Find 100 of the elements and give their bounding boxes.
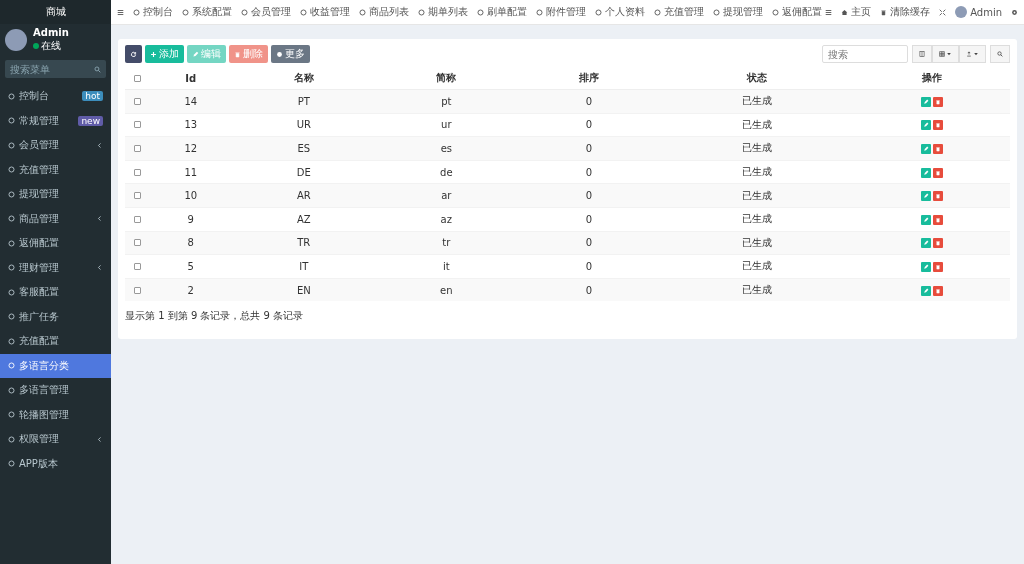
table-cell: TR — [297, 237, 311, 249]
circle-icon — [654, 8, 661, 16]
sidebar-item[interactable]: 会员管理 — [0, 133, 111, 158]
edit-row-button[interactable] — [921, 238, 932, 249]
circle-icon — [536, 8, 543, 16]
export-button[interactable] — [959, 45, 986, 63]
sidebar-item[interactable]: 权限管理 — [0, 427, 111, 452]
nav-tab[interactable]: 系统配置 — [182, 5, 232, 19]
nav-tab[interactable]: 提现管理 — [713, 5, 763, 19]
sidebar-item[interactable]: 商品管理 — [0, 206, 111, 231]
circle-icon — [182, 8, 189, 16]
sidebar-item[interactable]: APP版本 — [0, 451, 111, 476]
nav-tab[interactable]: 控制台 — [133, 5, 173, 19]
nav-tab[interactable]: 刷单配置 — [477, 5, 527, 19]
column-header: Id — [149, 67, 233, 90]
user-avatar — [5, 29, 27, 51]
row-checkbox[interactable] — [133, 192, 141, 200]
pencil-icon — [923, 263, 930, 270]
column-header: 简称 — [375, 67, 518, 90]
toggle-view-button[interactable] — [912, 45, 932, 63]
delete-row-button[interactable] — [933, 167, 944, 178]
delete-row-button[interactable] — [933, 214, 944, 225]
edit-row-button[interactable] — [921, 96, 932, 107]
nav-tab[interactable]: 返佣配置 — [772, 5, 822, 19]
edit-row-button[interactable] — [921, 214, 932, 225]
row-checkbox[interactable] — [133, 145, 141, 152]
circle-icon — [8, 411, 15, 419]
nav-tab[interactable]: 会员管理 — [241, 5, 291, 19]
table-cell: it — [442, 260, 450, 272]
refresh-button[interactable] — [125, 45, 142, 63]
sidebar-item[interactable]: 充值管理 — [0, 157, 111, 182]
menu-search-field[interactable]: 搜索菜单 — [5, 60, 106, 78]
delete-row-button[interactable] — [933, 261, 944, 272]
nav-tab[interactable]: 商品列表 — [359, 5, 409, 19]
menu-icon[interactable] — [825, 8, 833, 16]
columns-button[interactable] — [932, 45, 959, 63]
home-link[interactable]: 主页 — [841, 5, 872, 19]
search-button[interactable] — [990, 45, 1010, 63]
row-checkbox[interactable] — [133, 262, 141, 270]
sidebar-item[interactable]: 客服配置 — [0, 280, 111, 305]
delete-row-button[interactable] — [933, 96, 944, 107]
table-cell: 已生成 — [742, 189, 773, 201]
sidebar-item[interactable]: 理财管理 — [0, 255, 111, 280]
sidebar-item[interactable]: 常规管理 new — [0, 108, 111, 133]
pencil-icon — [923, 122, 930, 129]
edit-row-button[interactable] — [921, 144, 932, 154]
table-cell: EN — [296, 284, 311, 296]
search-icon[interactable] — [94, 65, 101, 73]
edit-row-button[interactable] — [921, 167, 932, 178]
nav-tab[interactable]: 充值管理 — [654, 5, 704, 19]
sidebar-item[interactable]: 返佣配置 — [0, 231, 111, 256]
nav-tab[interactable]: 期单列表 — [418, 5, 468, 19]
sidebar-item[interactable]: 多语言分类 — [0, 353, 111, 378]
nav-tab[interactable]: 个人资料 — [595, 5, 645, 19]
row-checkbox[interactable] — [133, 168, 141, 176]
edit-row-button[interactable] — [921, 191, 932, 202]
settings-icon[interactable] — [1011, 8, 1018, 16]
trash-icon — [935, 122, 942, 129]
delete-row-button[interactable] — [933, 191, 944, 202]
nav-tab[interactable]: 收益管理 — [300, 5, 350, 19]
table-cell: ur — [441, 119, 452, 131]
row-checkbox[interactable] — [133, 121, 141, 129]
menu-badge: new — [78, 115, 103, 126]
row-checkbox[interactable] — [133, 239, 141, 247]
row-checkbox[interactable] — [133, 97, 141, 105]
more-button[interactable]: 更多 — [271, 45, 310, 63]
online-dot — [33, 43, 39, 49]
pencil-icon — [192, 50, 199, 58]
sidebar-item[interactable]: 充值配置 — [0, 329, 111, 354]
nav-tab[interactable]: 附件管理 — [536, 5, 586, 19]
table-cell: AZ — [296, 213, 311, 225]
edit-row-button[interactable] — [921, 261, 932, 272]
delete-row-button[interactable] — [933, 144, 944, 154]
select-all-checkbox[interactable] — [133, 74, 141, 82]
sidebar-item[interactable]: 多语言管理 — [0, 378, 111, 403]
row-checkbox[interactable] — [133, 286, 141, 294]
circle-icon — [772, 8, 779, 16]
table-cell: 5 — [187, 260, 194, 272]
clear-cache-link[interactable]: 清除缓存 — [880, 5, 931, 19]
table-cell: 已生成 — [742, 284, 773, 296]
table-search-field[interactable]: 搜索 — [822, 45, 908, 63]
delete-row-button[interactable] — [933, 238, 944, 249]
user-menu[interactable]: Admin — [955, 6, 1002, 18]
table-cell: 2 — [187, 284, 194, 296]
delete-row-button[interactable] — [933, 120, 944, 131]
fullscreen-icon[interactable] — [939, 8, 947, 16]
sidebar-item[interactable]: 提现管理 — [0, 182, 111, 207]
sidebar-item[interactable]: 轮播图管理 — [0, 402, 111, 427]
trash-icon — [880, 8, 888, 16]
circle-icon — [8, 362, 15, 370]
edit-row-button[interactable] — [921, 120, 932, 131]
row-checkbox[interactable] — [133, 215, 141, 223]
menu-icon[interactable] — [117, 8, 124, 16]
edit-row-button[interactable] — [921, 285, 932, 296]
app-logo: 商城 — [0, 0, 111, 24]
delete-row-button[interactable] — [933, 285, 944, 296]
sidebar-item[interactable]: 控制台 hot — [0, 84, 111, 109]
table-cell: 11 — [184, 166, 198, 178]
sidebar-item[interactable]: 推广任务 — [0, 304, 111, 329]
circle-icon — [8, 215, 15, 223]
